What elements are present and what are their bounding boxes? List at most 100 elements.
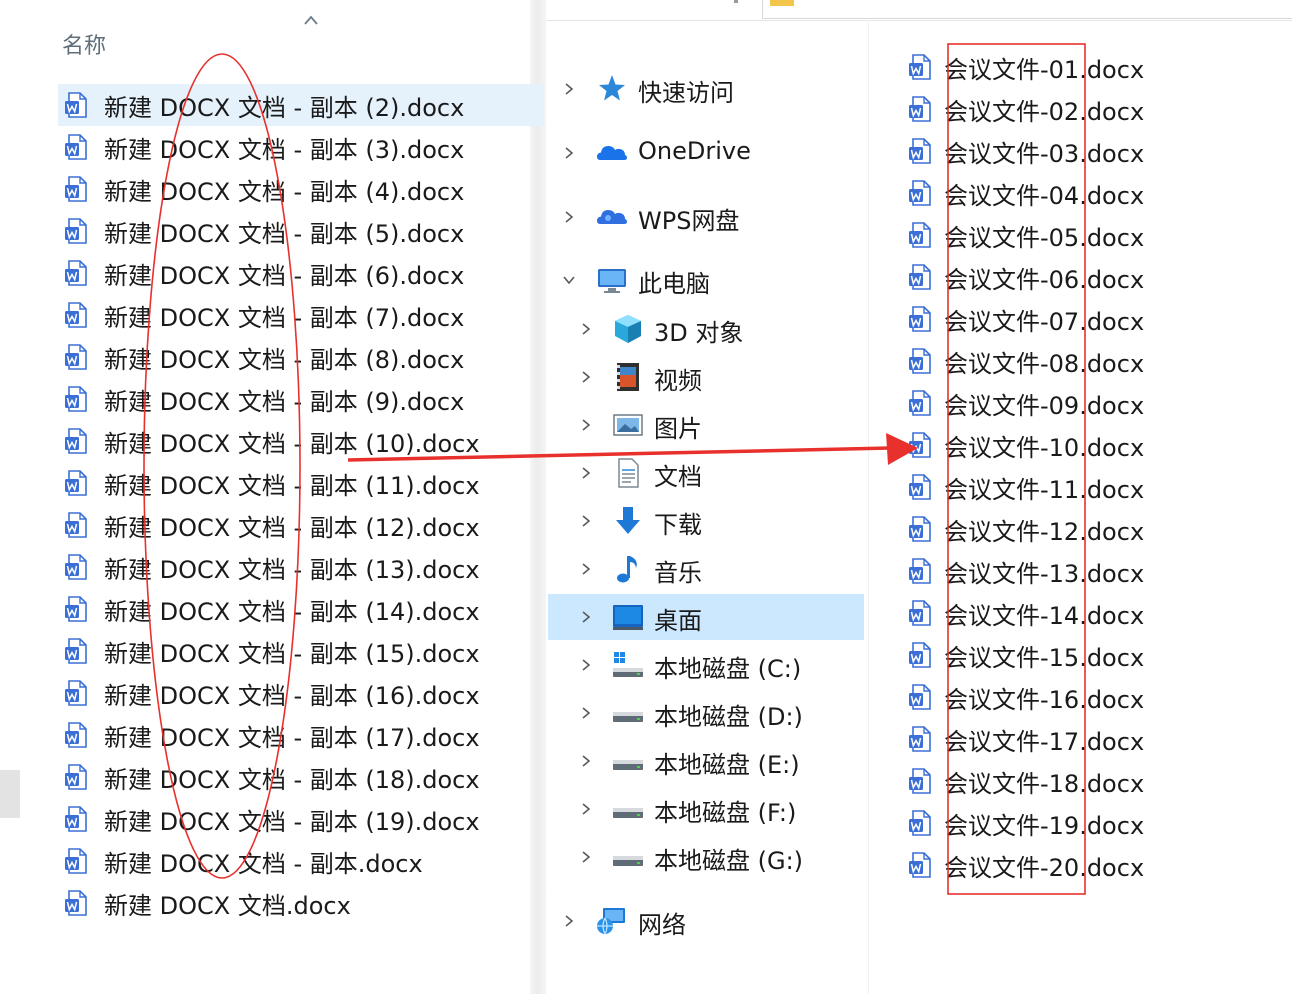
chevron-right-icon[interactable] — [578, 753, 594, 769]
word-document-icon — [65, 344, 87, 370]
chevron-right-icon[interactable] — [561, 209, 577, 225]
file-list-item[interactable]: 会议文件-08.docx — [904, 340, 1284, 382]
chevron-right-icon[interactable] — [578, 369, 594, 385]
drive-icon — [613, 856, 643, 866]
file-list-item[interactable]: 新建 DOCX 文档 - 副本 (17).docx — [58, 714, 544, 756]
chevron-right-icon[interactable] — [578, 321, 594, 337]
file-list-item[interactable]: 新建 DOCX 文档 - 副本 (18).docx — [58, 756, 544, 798]
file-list-item[interactable]: 新建 DOCX 文档 - 副本 (6).docx — [58, 252, 544, 294]
chevron-right-icon[interactable] — [578, 705, 594, 721]
file-list-item[interactable]: 会议文件-03.docx — [904, 130, 1284, 172]
nav-item-music[interactable]: 音乐 — [548, 546, 864, 592]
nav-item-label: 本地磁盘 (D:) — [654, 703, 803, 731]
chevron-right-icon[interactable] — [578, 609, 594, 625]
nav-item-wps-cloud[interactable]: WPS网盘 — [548, 194, 864, 240]
nav-item-system-drive[interactable]: 本地磁盘 (C:) — [548, 642, 864, 688]
file-list-item[interactable]: 会议文件-17.docx — [904, 718, 1284, 760]
file-list-item[interactable]: 会议文件-05.docx — [904, 214, 1284, 256]
file-list-item[interactable]: 新建 DOCX 文档 - 副本 (3).docx — [58, 126, 544, 168]
nav-item-label: 快速访问 — [638, 79, 734, 107]
file-list-item[interactable]: 会议文件-09.docx — [904, 382, 1284, 424]
nav-item-drive[interactable]: 本地磁盘 (D:) — [548, 690, 864, 736]
nav-item-desktop[interactable]: 桌面 — [548, 594, 864, 640]
word-document-icon — [65, 428, 87, 454]
file-list-item[interactable]: 新建 DOCX 文档 - 副本 (7).docx — [58, 294, 544, 336]
file-list-item[interactable]: 会议文件-02.docx — [904, 88, 1284, 130]
file-name: 新建 DOCX 文档 - 副本 (2).docx — [104, 93, 465, 122]
file-list-item[interactable]: 新建 DOCX 文档 - 副本 (4).docx — [58, 168, 544, 210]
nav-item-downloads[interactable]: 下载 — [548, 498, 864, 544]
nav-item-star-pin[interactable]: 快速访问 — [548, 66, 864, 112]
word-document-icon — [909, 642, 931, 668]
onedrive-cloud-icon — [597, 146, 627, 160]
chevron-down-icon[interactable] — [561, 272, 577, 288]
nav-item-3d-objects[interactable]: 3D 对象 — [548, 306, 864, 352]
file-name: 会议文件-19.docx — [944, 811, 1145, 840]
file-list-item[interactable]: 会议文件-14.docx — [904, 592, 1284, 634]
drive-icon — [613, 712, 643, 722]
file-list-item[interactable]: 会议文件-19.docx — [904, 802, 1284, 844]
file-list-item[interactable]: 新建 DOCX 文档 - 副本 (2).docx — [58, 84, 544, 126]
file-name: 新建 DOCX 文档 - 副本 (14).docx — [104, 597, 480, 626]
chevron-right-icon[interactable] — [578, 657, 594, 673]
file-list-item[interactable]: 新建 DOCX 文档 - 副本 (15).docx — [58, 630, 544, 672]
file-list-item[interactable]: 会议文件-07.docx — [904, 298, 1284, 340]
file-list-item[interactable]: 新建 DOCX 文档 - 副本 (13).docx — [58, 546, 544, 588]
desktop-icon — [613, 605, 643, 630]
file-list-item[interactable]: 新建 DOCX 文档.docx — [58, 882, 544, 924]
sort-ascending-icon[interactable] — [301, 12, 321, 28]
nav-item-this-pc[interactable]: 此电脑 — [548, 257, 864, 303]
nav-item-onedrive-cloud[interactable]: OneDrive — [548, 130, 864, 176]
file-list-item[interactable]: 会议文件-11.docx — [904, 466, 1284, 508]
chevron-right-icon[interactable] — [561, 145, 577, 161]
nav-item-documents[interactable]: 文档 — [548, 450, 864, 496]
chevron-right-icon[interactable] — [561, 81, 577, 97]
nav-item-pictures[interactable]: 图片 — [548, 402, 864, 448]
column-header-name[interactable]: 名称 — [62, 28, 106, 60]
chevron-right-icon[interactable] — [578, 417, 594, 433]
nav-item-drive[interactable]: 本地磁盘 (G:) — [548, 834, 864, 880]
file-list-item[interactable]: 新建 DOCX 文档 - 副本 (19).docx — [58, 798, 544, 840]
chevron-right-icon[interactable] — [578, 513, 594, 529]
chevron-right-icon[interactable] — [578, 561, 594, 577]
file-list-item[interactable]: 会议文件-13.docx — [904, 550, 1284, 592]
file-list-item[interactable]: 会议文件-10.docx — [904, 424, 1284, 466]
chevron-right-icon[interactable] — [578, 465, 594, 481]
nav-item-videos[interactable]: 视频 — [548, 354, 864, 400]
star-pin-icon — [599, 75, 625, 101]
nav-item-drive[interactable]: 本地磁盘 (E:) — [548, 738, 864, 784]
scrollbar-stub[interactable] — [0, 770, 20, 818]
file-list-item[interactable]: 会议文件-04.docx — [904, 172, 1284, 214]
word-document-icon — [65, 638, 87, 664]
file-name: 新建 DOCX 文档 - 副本 (17).docx — [104, 723, 480, 752]
file-list-item[interactable]: 新建 DOCX 文档 - 副本 (16).docx — [58, 672, 544, 714]
file-list-item[interactable]: 新建 DOCX 文档 - 副本 (9).docx — [58, 378, 544, 420]
file-list-item[interactable]: 会议文件-12.docx — [904, 508, 1284, 550]
file-list-item[interactable]: 新建 DOCX 文档 - 副本 (12).docx — [58, 504, 544, 546]
chevron-right-icon[interactable] — [578, 801, 594, 817]
file-list-item[interactable]: 会议文件-16.docx — [904, 676, 1284, 718]
folder-icon — [770, 0, 794, 6]
chevron-right-icon[interactable] — [578, 849, 594, 865]
wps-cloud-icon — [597, 210, 627, 224]
address-bar[interactable] — [762, 0, 1292, 19]
file-list-item[interactable]: 会议文件-20.docx — [904, 844, 1284, 886]
file-list-item[interactable]: 新建 DOCX 文档 - 副本 (14).docx — [58, 588, 544, 630]
nav-item-network[interactable]: 网络 — [548, 898, 864, 944]
file-name: 会议文件-14.docx — [944, 601, 1145, 630]
file-list-item[interactable]: 新建 DOCX 文档 - 副本 (8).docx — [58, 336, 544, 378]
file-list-item[interactable]: 会议文件-06.docx — [904, 256, 1284, 298]
file-list-item[interactable]: 新建 DOCX 文档 - 副本 (5).docx — [58, 210, 544, 252]
file-list-item[interactable]: 新建 DOCX 文档 - 副本 (10).docx — [58, 420, 544, 462]
file-list-item[interactable]: 新建 DOCX 文档 - 副本.docx — [58, 840, 544, 882]
chevron-right-icon[interactable] — [561, 913, 577, 929]
documents-icon — [618, 458, 639, 488]
nav-item-drive[interactable]: 本地磁盘 (F:) — [548, 786, 864, 832]
file-list-item[interactable]: 会议文件-15.docx — [904, 634, 1284, 676]
file-list-item[interactable]: 会议文件-01.docx — [904, 46, 1284, 88]
file-list-item[interactable]: 会议文件-18.docx — [904, 760, 1284, 802]
file-list-item[interactable]: 新建 DOCX 文档 - 副本 (11).docx — [58, 462, 544, 504]
word-document-icon — [909, 54, 931, 80]
file-name: 新建 DOCX 文档 - 副本 (7).docx — [104, 303, 465, 332]
word-document-icon — [909, 96, 931, 122]
